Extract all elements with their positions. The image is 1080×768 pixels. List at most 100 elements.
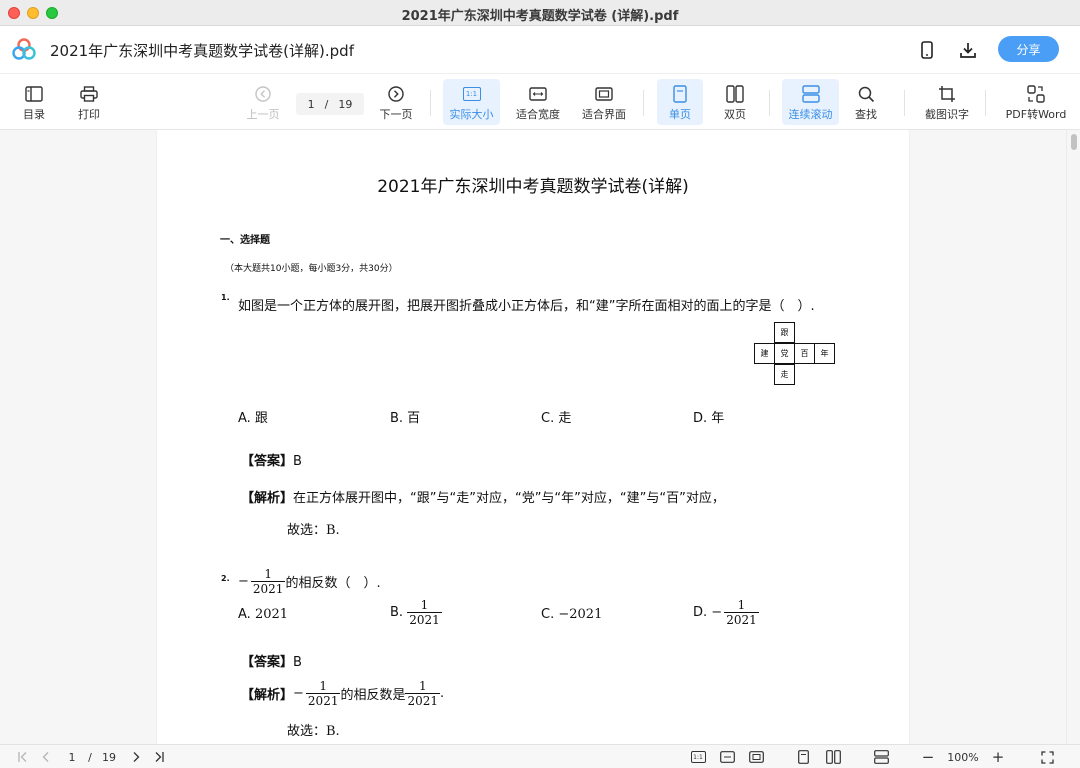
fit-width-icon xyxy=(529,87,547,101)
download-icon[interactable] xyxy=(958,40,978,60)
continuous-scroll-button[interactable]: 连续滚动 xyxy=(782,79,839,125)
two-page-icon[interactable] xyxy=(824,748,842,766)
continuous-scroll-icon[interactable] xyxy=(872,748,890,766)
actual-size-label: 实际大小 xyxy=(449,108,494,121)
crop-icon xyxy=(939,86,955,102)
print-button[interactable]: 打印 xyxy=(69,79,109,125)
page-number-input[interactable]: 1 / 19 xyxy=(296,93,364,115)
answer-line: 【答案】B xyxy=(241,450,302,469)
answer-label: 【答案】 xyxy=(241,655,294,670)
continuous-scroll-label: 连续滚动 xyxy=(788,108,833,121)
vertical-scrollbar[interactable] xyxy=(1066,130,1080,744)
question-text: 如图是一个正方体的展开图，把展开图折叠成小正方体后，和“建”字所在面相对的面上的… xyxy=(238,299,815,314)
mobile-icon[interactable] xyxy=(917,40,937,60)
section-heading: 一、选择题 xyxy=(220,235,270,246)
fullscreen-icon[interactable] xyxy=(1038,748,1056,766)
option-value: −2021 xyxy=(558,607,603,622)
next-page-button[interactable]: 下一页 xyxy=(375,79,417,125)
toc-icon xyxy=(25,86,43,102)
fraction: 1 2021 xyxy=(724,598,759,627)
toolbar-divider xyxy=(769,90,770,116)
zoom-level[interactable]: 100% xyxy=(944,748,982,766)
status-current-page[interactable]: 1 xyxy=(64,748,80,766)
next-page-label: 下一页 xyxy=(379,108,413,121)
question-number: 2. xyxy=(221,574,230,583)
denominator: 2021 xyxy=(407,612,442,627)
option-letter: C. xyxy=(541,607,555,622)
option-a: A. 2021 xyxy=(238,607,288,622)
choose-line: 故选：B. xyxy=(287,523,340,538)
option-letter: A. xyxy=(238,607,251,622)
prev-page-icon[interactable] xyxy=(37,748,55,766)
fraction: 1 2021 xyxy=(250,567,286,596)
single-page-icon xyxy=(673,85,687,103)
find-button[interactable]: 查找 xyxy=(847,79,885,125)
analysis-text: 的相反数是 xyxy=(340,688,406,703)
zoom-in-button[interactable]: + xyxy=(990,748,1006,766)
current-page: 1 xyxy=(307,97,315,111)
option-d: D. −1 2021 xyxy=(693,598,759,627)
fit-page-icon[interactable] xyxy=(747,748,765,766)
last-page-icon[interactable] xyxy=(150,748,168,766)
single-page-icon[interactable] xyxy=(794,748,812,766)
window-titlebar: 2021年广东深圳中考真题数学试卷 (详解).pdf xyxy=(0,0,1080,26)
toc-button[interactable]: 目录 xyxy=(14,79,54,125)
actual-size-icon: 1:1 xyxy=(462,87,481,101)
pdf-to-word-button[interactable]: PDF转Word xyxy=(1000,79,1072,125)
prev-page-label: 上一页 xyxy=(246,108,280,121)
answer-value: B xyxy=(293,454,302,469)
option-value: 2021 xyxy=(254,607,289,622)
page-heading: 2021年广东深圳中考真题数学试卷(详解) xyxy=(377,177,689,197)
net-cell: 党 xyxy=(774,343,795,364)
total-pages: 19 xyxy=(338,97,353,111)
actual-size-glyph: 1:1 xyxy=(690,751,706,763)
net-cell: 跟 xyxy=(774,322,795,343)
single-page-button[interactable]: 单页 xyxy=(657,79,703,125)
toolbar-divider xyxy=(904,90,905,116)
zoom-out-button[interactable]: − xyxy=(920,748,936,766)
document-viewer[interactable]: 2021年广东深圳中考真题数学试卷(详解) 一、选择题 （本大题共10小题，每小… xyxy=(0,130,1080,744)
single-page-label: 单页 xyxy=(669,108,691,121)
status-page-separator: / xyxy=(88,750,92,764)
pdf-page: 2021年广东深圳中考真题数学试卷(详解) 一、选择题 （本大题共10小题，每小… xyxy=(157,130,909,744)
option-a: A. 跟 xyxy=(238,411,268,426)
two-page-button[interactable]: 双页 xyxy=(714,79,756,125)
option-c: C. −2021 xyxy=(541,607,602,622)
numerator: 1 xyxy=(319,679,328,693)
fraction: 1 2021 xyxy=(405,679,441,708)
next-page-icon[interactable] xyxy=(127,748,145,766)
print-icon xyxy=(80,86,98,102)
search-icon xyxy=(858,86,874,102)
toolbar-divider xyxy=(430,90,431,116)
option-c: C. 走 xyxy=(541,411,572,426)
scrollbar-thumb[interactable] xyxy=(1071,134,1077,150)
answer-value: B xyxy=(293,655,302,670)
first-page-icon[interactable] xyxy=(14,748,32,766)
choose-line: 故选：B. xyxy=(287,724,340,739)
fit-width-icon[interactable] xyxy=(718,748,736,766)
toc-label: 目录 xyxy=(23,108,45,121)
continuous-scroll-icon xyxy=(801,85,820,103)
analysis-line: 【解析】− 1 2021 的相反数是 1 2021. xyxy=(241,679,444,708)
numerator: 1 xyxy=(420,598,429,612)
actual-size-button[interactable]: 1:1 实际大小 xyxy=(443,79,500,125)
fit-page-button[interactable]: 适合界面 xyxy=(578,79,630,125)
screenshot-ocr-label: 截图识字 xyxy=(925,108,969,121)
prev-page-button[interactable]: 上一页 xyxy=(243,79,283,125)
share-button[interactable]: 分享 xyxy=(998,36,1059,62)
toolbar-divider xyxy=(643,90,644,116)
option-letter: B. xyxy=(390,605,404,620)
analysis-label: 【解析】 xyxy=(241,491,294,506)
denominator: 2021 xyxy=(724,612,759,627)
document-title: 2021年广东深圳中考真题数学试卷(详解).pdf xyxy=(50,42,354,60)
chevron-left-circle-icon xyxy=(255,86,271,102)
find-label: 查找 xyxy=(855,108,877,121)
answer-line: 【答案】B xyxy=(241,651,302,670)
print-label: 打印 xyxy=(78,108,100,121)
pdf-to-word-label: PDF转Word xyxy=(1005,108,1067,121)
screenshot-ocr-button[interactable]: 截图识字 xyxy=(920,79,974,125)
actual-size-icon[interactable]: 1:1 xyxy=(689,748,707,766)
status-bar: 1 / 19 1:1 − 100% + xyxy=(0,744,1080,768)
fit-width-button[interactable]: 适合宽度 xyxy=(512,79,564,125)
minus-sign: − xyxy=(711,605,723,620)
